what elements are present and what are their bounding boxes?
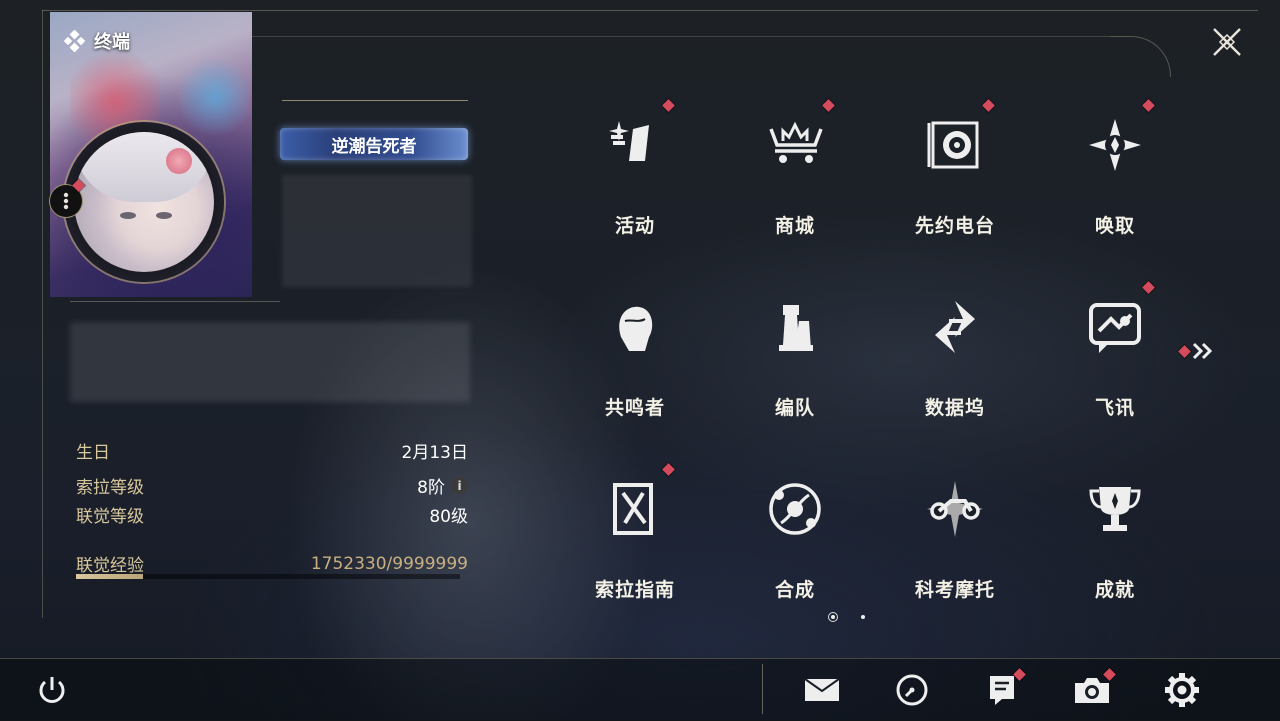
menu-item-1[interactable]: 活动 bbox=[585, 95, 685, 245]
frame-top-line bbox=[42, 10, 1258, 11]
page-dot-active[interactable] bbox=[828, 612, 838, 622]
stat-value: 80级 bbox=[429, 507, 468, 527]
power-button[interactable] bbox=[30, 670, 74, 710]
title-badge-text: 逆潮告死者 bbox=[331, 136, 417, 157]
profile-divider bbox=[70, 301, 280, 302]
blurred-signature-area bbox=[70, 322, 470, 402]
close-icon bbox=[1213, 28, 1241, 56]
next-page-button[interactable] bbox=[1178, 338, 1222, 364]
blurred-name-area bbox=[282, 175, 472, 287]
settings-button[interactable] bbox=[1160, 670, 1204, 710]
portrait-art-secondary bbox=[180, 52, 250, 142]
stat-value: 2月13日 bbox=[401, 443, 468, 463]
menu-item-label: 共鸣者 bbox=[604, 397, 665, 419]
terminal-title: 终端 bbox=[94, 32, 130, 53]
radio-disc-icon bbox=[925, 115, 985, 175]
character-head-icon bbox=[605, 297, 665, 357]
sparkle-flag-icon bbox=[605, 115, 665, 175]
stat-label: 联觉等级 bbox=[76, 507, 144, 527]
menu-item-9[interactable]: 索拉指南 bbox=[585, 459, 685, 609]
stat-union-level: 联觉等级 80级 bbox=[76, 502, 468, 527]
union-exp-fill bbox=[76, 574, 144, 579]
terminal-header: 终端 bbox=[64, 28, 130, 54]
menu-item-4[interactable]: 唤取 bbox=[1065, 95, 1165, 245]
notice-button[interactable] bbox=[980, 668, 1026, 710]
stat-union-exp: 联觉经验 1752330/9999999 bbox=[76, 551, 468, 577]
notification-badge bbox=[1142, 281, 1155, 294]
menu-item-label: 成就 bbox=[1094, 579, 1135, 601]
menu-item-label: 活动 bbox=[614, 215, 655, 237]
crown-cart-icon bbox=[765, 115, 825, 175]
camera-button[interactable] bbox=[1070, 668, 1116, 710]
stat-label: 联觉经验 bbox=[76, 556, 144, 576]
compass-star-icon bbox=[1085, 115, 1145, 175]
frame-inner-line bbox=[250, 36, 1110, 37]
mail-icon bbox=[804, 678, 840, 701]
frame-curve bbox=[1110, 36, 1171, 77]
double-chevron-right-icon bbox=[1192, 342, 1213, 360]
notification-badge bbox=[1142, 99, 1155, 112]
avatar-flower bbox=[166, 148, 192, 174]
synthesis-orbit-icon bbox=[765, 479, 825, 539]
menu-item-5[interactable]: 共鸣者 bbox=[585, 277, 685, 427]
menu-item-label: 先约电台 bbox=[914, 215, 995, 237]
chat-bubble-icon bbox=[1085, 297, 1145, 357]
avatar-hair bbox=[74, 132, 214, 202]
notification-badge bbox=[662, 463, 675, 476]
mail-button[interactable] bbox=[800, 670, 844, 710]
menu-item-2[interactable]: 商城 bbox=[745, 95, 845, 245]
menu-item-label: 科考摩托 bbox=[914, 579, 995, 601]
page-dot[interactable] bbox=[861, 615, 865, 619]
info-icon[interactable]: i bbox=[451, 477, 468, 494]
stat-value: 1752330/9999999 bbox=[310, 553, 468, 574]
stat-value: 8阶 bbox=[417, 478, 445, 498]
camera-icon bbox=[1075, 678, 1109, 703]
menu-item-label: 唤取 bbox=[1094, 215, 1135, 237]
stat-birthday: 生日 2月13日 bbox=[76, 438, 468, 463]
menu-item-11[interactable]: 科考摩托 bbox=[905, 459, 1005, 609]
avatar[interactable] bbox=[74, 132, 214, 272]
chess-pieces-icon bbox=[765, 297, 825, 357]
menu-item-label: 数据坞 bbox=[924, 397, 985, 419]
clock-icon bbox=[896, 674, 928, 706]
close-button[interactable] bbox=[1205, 22, 1249, 62]
stat-value-wrap: 8阶 i bbox=[417, 473, 468, 498]
settings-gear-icon bbox=[1165, 673, 1199, 707]
menu-item-label: 飞讯 bbox=[1094, 397, 1135, 419]
menu-item-7[interactable]: 数据坞 bbox=[905, 277, 1005, 427]
clock-button[interactable] bbox=[890, 670, 934, 710]
notification-badge bbox=[662, 99, 675, 112]
avatar-eye-right bbox=[156, 212, 172, 219]
menu-item-8[interactable]: 飞讯 bbox=[1065, 277, 1165, 427]
more-vertical-icon bbox=[63, 192, 69, 210]
menu-item-12[interactable]: 成就 bbox=[1065, 459, 1165, 609]
data-dock-icon bbox=[925, 297, 985, 357]
notification-badge bbox=[1178, 344, 1191, 358]
menu-item-label: 编队 bbox=[774, 397, 815, 419]
notice-icon bbox=[990, 676, 1014, 705]
stat-label: 索拉等级 bbox=[76, 478, 144, 498]
menu-item-label: 索拉指南 bbox=[594, 579, 675, 601]
menu-item-label: 商城 bbox=[774, 215, 815, 237]
frame-left-line bbox=[42, 10, 43, 618]
power-icon bbox=[39, 677, 65, 703]
page-indicator bbox=[826, 611, 870, 623]
title-divider bbox=[282, 100, 468, 101]
avatar-eye-left bbox=[120, 212, 136, 219]
guide-book-icon bbox=[605, 479, 665, 539]
union-exp-bar bbox=[76, 574, 460, 579]
menu-item-10[interactable]: 合成 bbox=[745, 459, 845, 609]
trophy-icon bbox=[1085, 479, 1145, 539]
menu-item-6[interactable]: 编队 bbox=[745, 277, 845, 427]
notification-badge bbox=[822, 99, 835, 112]
menu-item-3[interactable]: 先约电台 bbox=[905, 95, 1005, 245]
title-badge[interactable]: 逆潮告死者 bbox=[280, 128, 468, 160]
stat-label: 生日 bbox=[76, 443, 110, 463]
notification-badge bbox=[982, 99, 995, 112]
motorcycle-icon bbox=[925, 479, 985, 539]
bottom-bar-divider bbox=[762, 664, 763, 714]
stat-sola-level: 索拉等级 8阶 i bbox=[76, 473, 468, 498]
menu-item-label: 合成 bbox=[774, 579, 815, 601]
terminal-diamond-icon bbox=[64, 30, 86, 52]
